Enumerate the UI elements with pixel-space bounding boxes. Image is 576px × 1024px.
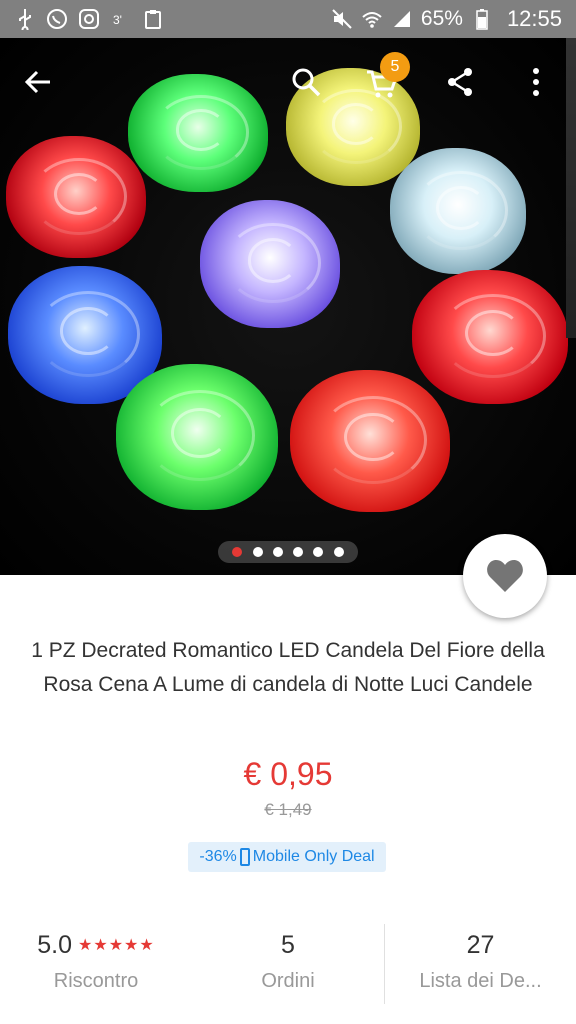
battery-percent: 65% [420, 7, 463, 30]
back-button[interactable] [14, 58, 62, 106]
product-stats: 5.0 ★★★★★ Riscontro 5 Ordini 27 Lista de… [0, 924, 576, 1004]
more-vertical-icon [533, 68, 539, 96]
arrow-back-icon [24, 70, 50, 94]
more-options-button[interactable] [512, 58, 560, 106]
rating-stars-icon: ★★★★★ [78, 937, 155, 954]
page-dot[interactable] [252, 547, 263, 557]
rating-value: 5.0 [37, 930, 73, 959]
share-icon [448, 68, 472, 96]
rating-value-row: 5.0 ★★★★★ [37, 924, 154, 966]
share-button[interactable] [436, 58, 484, 106]
clipboard-icon [142, 8, 164, 30]
page-dot[interactable] [333, 547, 344, 557]
gallery-pagination [218, 541, 358, 563]
wishlist-button[interactable] [463, 534, 547, 618]
clock: 12:55 [506, 6, 562, 31]
cell-signal-icon [391, 8, 413, 30]
page-dot[interactable] [232, 547, 243, 557]
orders-value: 5 [281, 930, 295, 959]
rose-red-right [412, 270, 568, 404]
deal-label: Mobile Only Deal [252, 848, 375, 865]
product-title: 1 PZ Decrated Romantico LED Candela Del … [31, 639, 545, 696]
rose-purple-center [200, 200, 340, 328]
battery-icon [471, 8, 493, 30]
mobile-deal-badge: -36% Mobile Only Deal [188, 842, 386, 872]
mute-icon [331, 8, 353, 30]
heart-icon [487, 560, 523, 592]
search-button[interactable] [282, 58, 330, 106]
page-dot[interactable] [313, 547, 324, 557]
signal-3g-icon: 3' [110, 8, 132, 30]
search-icon [292, 68, 321, 97]
rose-red-left [6, 136, 146, 258]
instagram-icon [78, 8, 100, 30]
rose-red-bottom [290, 370, 450, 512]
toolbar [0, 38, 576, 128]
system-status: 65% 12:55 [331, 6, 562, 32]
orders-label: Ordini [261, 970, 315, 992]
rating-label: Riscontro [53, 970, 139, 992]
mobile-phone-icon [239, 848, 250, 866]
wishlist-label: Lista dei De... [419, 970, 542, 992]
rose-green-bottom [116, 364, 278, 510]
status-bar: 3' 65% 12:55 [0, 0, 576, 38]
stat-wishlist[interactable]: 27 Lista dei De... [384, 924, 576, 1004]
stat-rating[interactable]: 5.0 ★★★★★ Riscontro [0, 924, 192, 1004]
page-dot[interactable] [272, 547, 283, 557]
original-price: € 1,49 [264, 800, 312, 819]
page-dot[interactable] [293, 547, 304, 557]
discount-percent: -36% [199, 848, 237, 865]
wishlist-value: 27 [466, 930, 495, 959]
wifi-icon [361, 8, 383, 30]
svg-text:3': 3' [113, 13, 122, 27]
stat-orders[interactable]: 5 Ordini [192, 924, 384, 1004]
whatsapp-icon [46, 8, 68, 30]
notification-icons: 3' [14, 8, 164, 30]
product-price: € 0,95 [243, 756, 333, 792]
cart-count-badge: 5 [380, 52, 410, 82]
usb-icon [14, 8, 36, 30]
rose-white-right [390, 148, 526, 274]
